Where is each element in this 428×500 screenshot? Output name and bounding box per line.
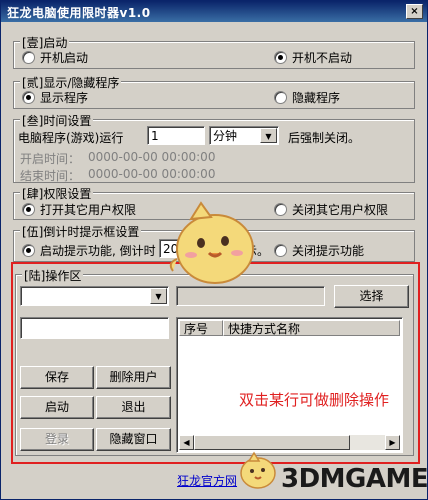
radio-hide-program[interactable]: 隐藏程序 xyxy=(274,89,340,106)
radio-label: 关闭其它用户权限 xyxy=(292,203,389,217)
radio-label: 打开其它用户权限 xyxy=(40,203,137,217)
app-window: 狂龙电脑使用限时器v1.0 × [壹]启动 开机启动 开机不启动 [贰]显示/隐… xyxy=(0,0,428,500)
radio-enable-tip[interactable]: 启动提示功能, 倒计时 xyxy=(22,242,156,259)
run-time-input[interactable]: 1 xyxy=(147,126,205,145)
radio-dot-icon xyxy=(274,203,287,216)
radio-dot-icon xyxy=(22,51,35,64)
radio-dot-icon xyxy=(274,244,287,257)
time-unit-value: 分钟 xyxy=(213,129,238,143)
end-time-value: 0000-00-00 00:00:00 xyxy=(88,167,216,181)
annotation-text: 双击某行可做删除操作 xyxy=(239,391,390,409)
mascot-chick-image xyxy=(169,201,254,284)
radio-label: 隐藏程序 xyxy=(292,91,341,105)
run-time-label: 电脑程序(游戏)运行 xyxy=(18,131,124,145)
permission-legend: [肆]权限设置 xyxy=(20,185,94,202)
startup-group: [壹]启动 开机启动 开机不启动 xyxy=(13,34,415,69)
radio-startup-off[interactable]: 开机不启动 xyxy=(274,49,352,66)
radio-label: 显示程序 xyxy=(40,91,89,105)
radio-disable-tip[interactable]: 关闭提示功能 xyxy=(274,242,364,259)
radio-dot-icon xyxy=(274,91,287,104)
watermark-text: 3DMGAME xyxy=(281,464,428,494)
radio-label: 开机不启动 xyxy=(292,51,353,65)
radio-label: 开机启动 xyxy=(40,51,89,65)
start-time-value: 0000-00-00 00:00:00 xyxy=(88,150,216,164)
radio-show-program[interactable]: 显示程序 xyxy=(22,89,88,106)
radio-close-permission[interactable]: 关闭其它用户权限 xyxy=(274,201,388,218)
official-site-link[interactable]: 狂龙官方网 xyxy=(177,472,237,489)
force-close-label: 后强制关闭。 xyxy=(288,131,361,145)
title-bar: 狂龙电脑使用限时器v1.0 × xyxy=(1,1,427,22)
radio-label: 启动提示功能, 倒计时 xyxy=(40,244,156,258)
radio-dot-icon xyxy=(22,203,35,216)
timing-group: [叁]时间设置 电脑程序(游戏)运行 1 分钟 ▼ 后强制关闭。 开启时间： 0… xyxy=(13,112,415,183)
window-title: 狂龙电脑使用限时器v1.0 xyxy=(7,6,151,20)
countdown-legend: [伍]倒计时提示框设置 xyxy=(20,223,142,240)
radio-open-permission[interactable]: 打开其它用户权限 xyxy=(22,201,136,218)
timing-legend: [叁]时间设置 xyxy=(20,112,94,129)
watermark-chick-logo xyxy=(240,451,276,489)
start-time-label: 开启时间： xyxy=(20,152,81,166)
close-button[interactable]: × xyxy=(406,4,423,19)
radio-dot-icon xyxy=(22,91,35,104)
radio-dot-icon xyxy=(274,51,287,64)
chevron-down-icon[interactable]: ▼ xyxy=(260,128,277,143)
display-group: [贰]显示/隐藏程序 显示程序 隐藏程序 xyxy=(13,74,415,109)
radio-startup-on[interactable]: 开机启动 xyxy=(22,49,88,66)
radio-label: 关闭提示功能 xyxy=(292,244,365,258)
radio-dot-icon xyxy=(22,244,35,257)
end-time-label: 结束时间： xyxy=(20,169,81,183)
time-unit-select[interactable]: 分钟 ▼ xyxy=(209,126,279,145)
